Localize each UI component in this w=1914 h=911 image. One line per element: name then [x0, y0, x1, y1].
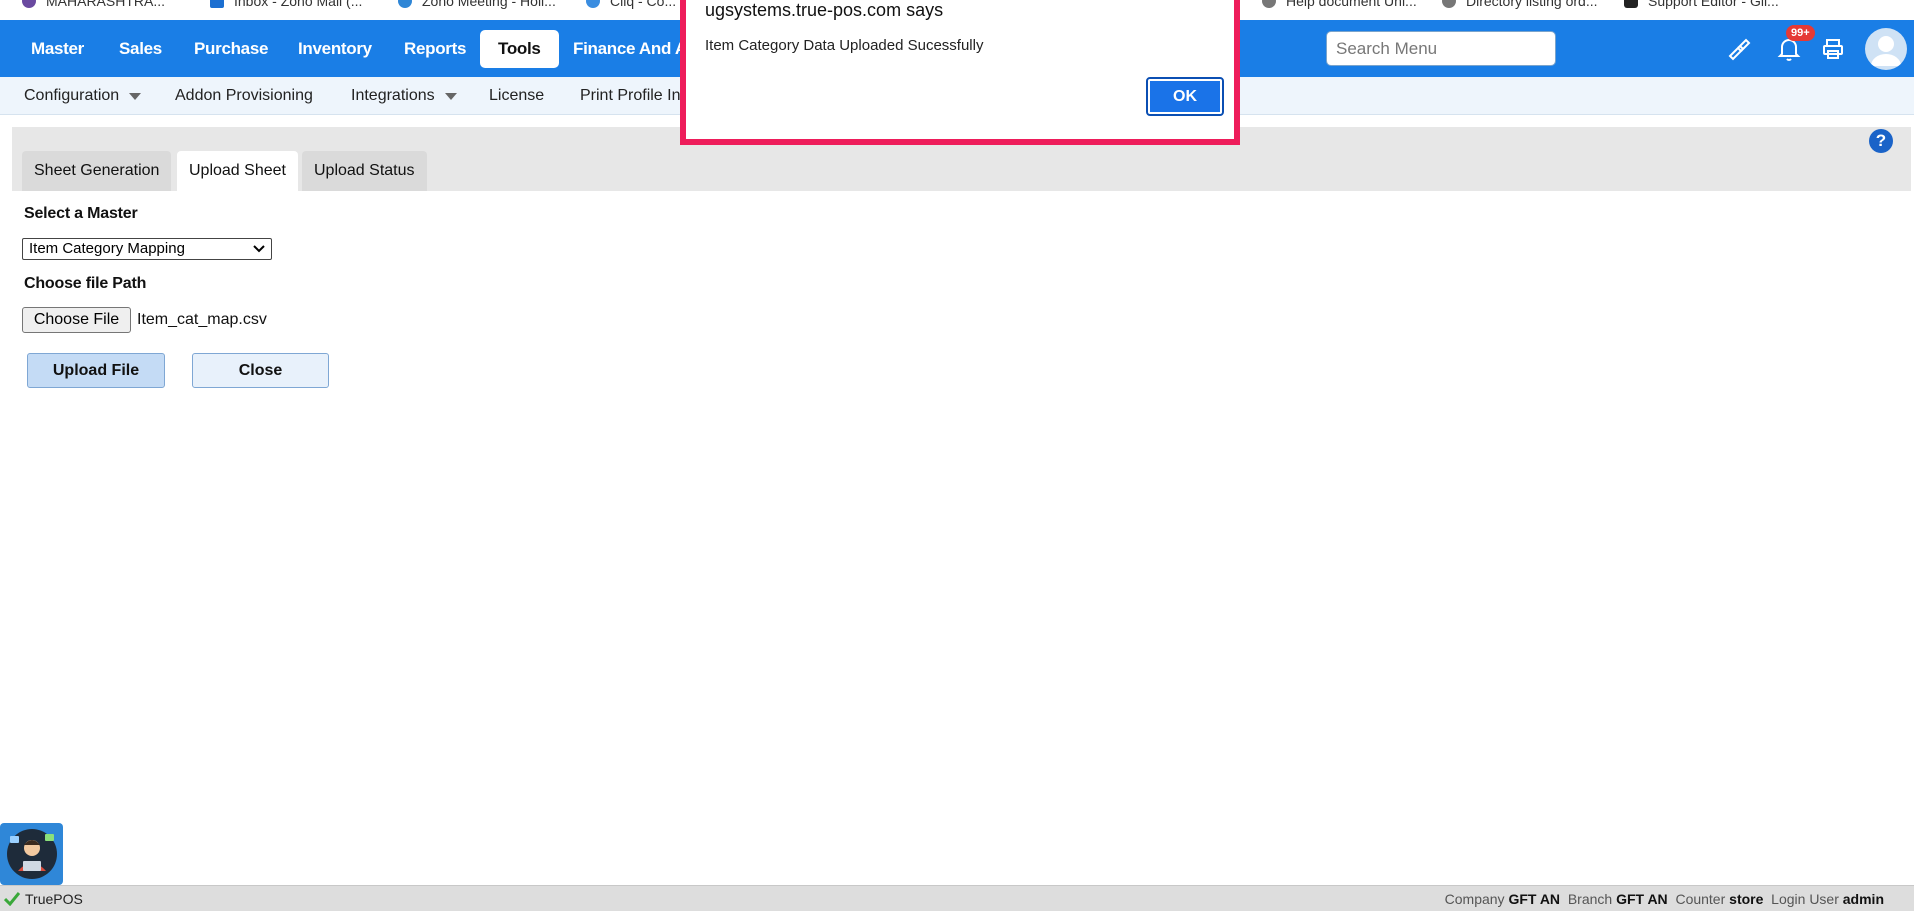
nav-inventory[interactable]: Inventory [298, 20, 372, 77]
check-icon [4, 892, 20, 906]
help-icon[interactable]: ? [1869, 129, 1893, 153]
chevron-down-icon [253, 245, 265, 253]
upload-file-button[interactable]: Upload File [27, 353, 165, 388]
dialog-title: ugsystems.true-pos.com says [705, 0, 944, 20]
subnav-addon-provisioning[interactable]: Addon Provisioning [175, 77, 313, 115]
subnav-print-profile[interactable]: Print Profile In [580, 77, 680, 115]
tab-upload-status[interactable]: Upload Status [302, 151, 427, 191]
notification-badge: 99+ [1786, 25, 1815, 41]
tab-sheet-generation[interactable]: Sheet Generation [22, 151, 172, 191]
caret-down-icon [444, 92, 457, 100]
search-menu-input[interactable] [1326, 31, 1556, 66]
file-path-label: Choose file Path [24, 275, 147, 292]
session-info: Company GFT AN Branch GFT AN Counter sto… [1444, 891, 1884, 907]
nav-tools[interactable]: Tools [480, 30, 559, 68]
meeting-icon [398, 0, 412, 8]
nav-reports[interactable]: Reports [404, 20, 466, 77]
chat-icon [586, 0, 600, 8]
caret-down-icon [129, 92, 142, 100]
dialog-ok-button[interactable]: OK [1146, 77, 1224, 116]
bookmark-item[interactable]: Cliq - Co... [586, 0, 676, 10]
bookmark-item[interactable]: Support Editor - Gli... [1624, 0, 1779, 10]
bookmark-item[interactable]: Help document Uni... [1262, 0, 1417, 10]
select-master-label: Select a Master [24, 205, 138, 222]
nav-sales[interactable]: Sales [119, 20, 162, 77]
bookmark-item[interactable]: Inbox - Zoho Mail (... [210, 0, 362, 10]
globe-icon [1442, 0, 1456, 8]
alert-dialog: ugsystems.true-pos.com says Item Categor… [680, 0, 1240, 145]
subnav-configuration[interactable]: Configuration [24, 77, 142, 115]
close-button[interactable]: Close [192, 353, 329, 388]
brand: TruePOS [4, 891, 83, 907]
master-select[interactable]: Item Category Mapping [22, 238, 272, 260]
status-bar: TruePOS Company GFT AN Branch GFT AN Cou… [0, 885, 1914, 911]
mail-icon [210, 0, 224, 8]
printer-icon[interactable] [1818, 34, 1848, 64]
chatbot-icon[interactable] [0, 823, 63, 885]
bookmark-item[interactable]: Directory listing ord... [1442, 0, 1597, 10]
bookmark-item[interactable]: MAHARASHTRA... [22, 0, 165, 10]
editor-icon [1624, 0, 1638, 8]
dialog-message: Item Category Data Uploaded Sucessfully [705, 37, 984, 54]
site-icon [22, 0, 36, 8]
user-avatar-icon[interactable] [1865, 28, 1907, 70]
subnav-integrations[interactable]: Integrations [351, 77, 457, 115]
brush-icon[interactable] [1724, 34, 1754, 64]
selected-file-name: Item_cat_map.csv [137, 311, 267, 328]
bookmark-item[interactable]: Zoho Meeting - Holi... [398, 0, 556, 10]
globe-icon [1262, 0, 1276, 8]
subnav-license[interactable]: License [489, 77, 544, 115]
nav-finance[interactable]: Finance And Ac [573, 20, 696, 77]
nav-master[interactable]: Master [31, 20, 84, 77]
tab-upload-sheet[interactable]: Upload Sheet [177, 151, 298, 191]
nav-purchase[interactable]: Purchase [194, 20, 268, 77]
choose-file-button[interactable]: Choose File [22, 307, 131, 333]
